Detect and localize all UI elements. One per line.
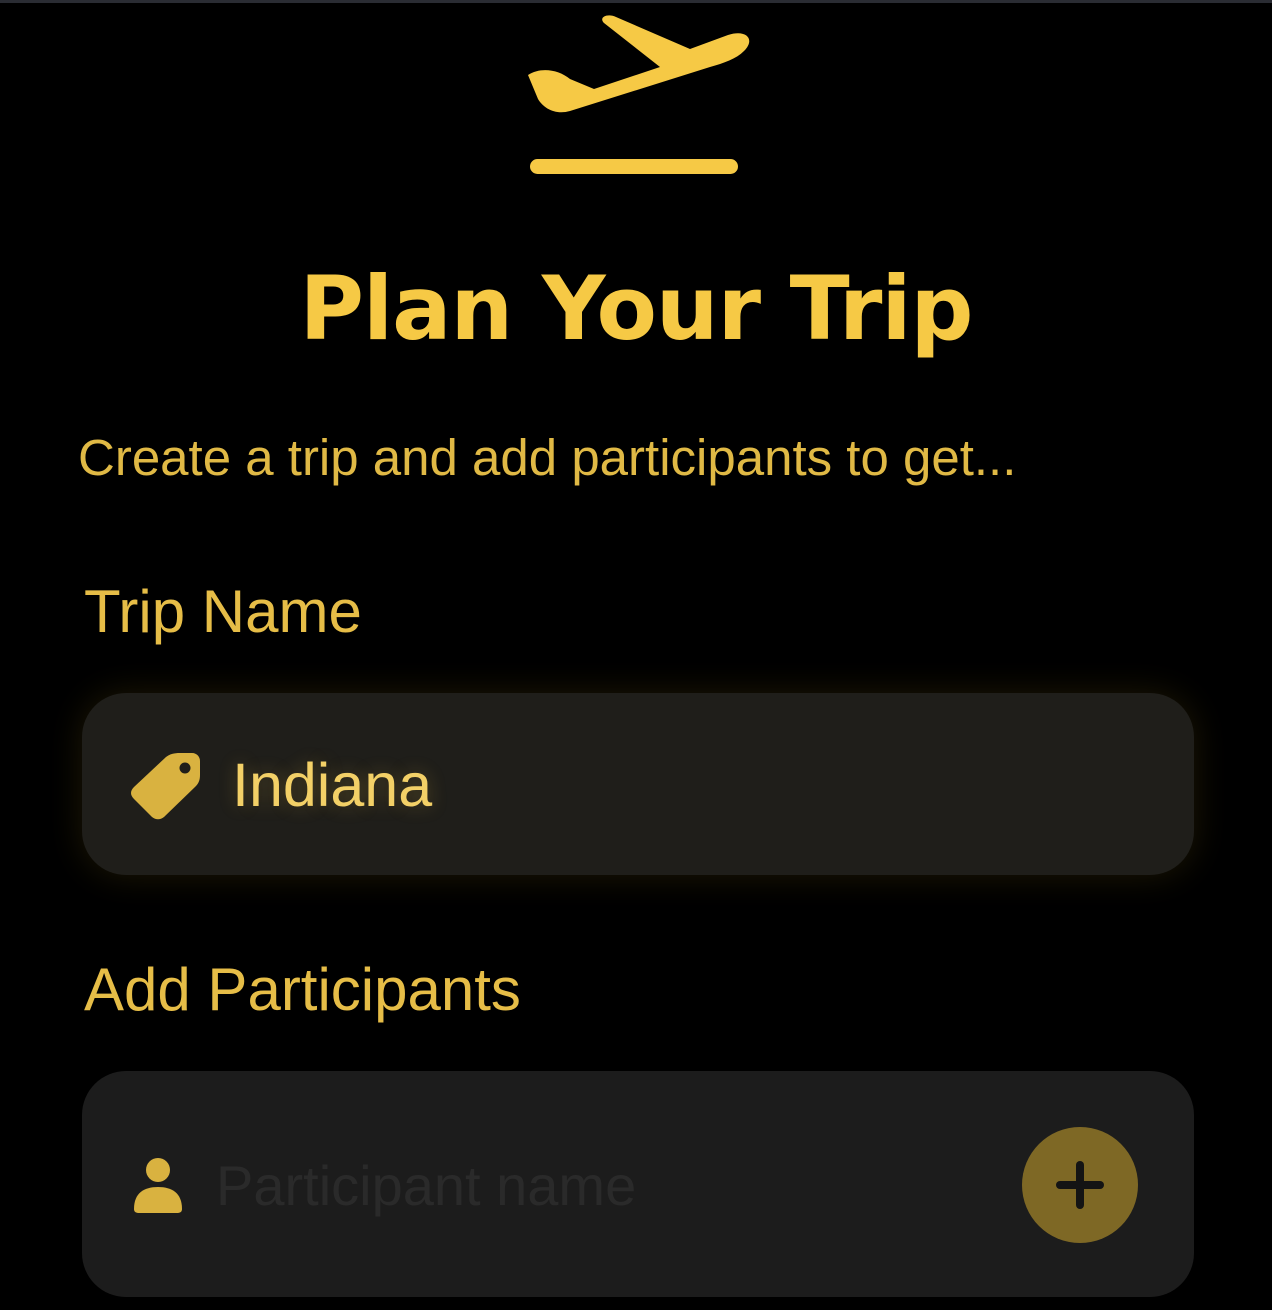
participant-name-input[interactable] [216,1147,996,1223]
trip-name-value[interactable]: Indiana [232,743,432,827]
plus-icon [1056,1161,1104,1209]
person-icon [134,1158,182,1213]
trip-name-field[interactable]: Indiana [82,693,1194,875]
add-participants-label: Add Participants [84,956,521,1023]
tag-icon [131,753,200,820]
add-participant-button[interactable] [1022,1127,1138,1243]
page-title: Plan Your Trip [299,257,973,360]
airplane-takeoff-icon [528,15,750,174]
trip-name-label: Trip Name [84,578,362,645]
page-subtitle: Create a trip and add participants to ge… [78,429,1017,486]
add-participant-field [82,1071,1194,1297]
plan-trip-screen: Plan Your Trip Create a trip and add par… [0,0,1272,1310]
